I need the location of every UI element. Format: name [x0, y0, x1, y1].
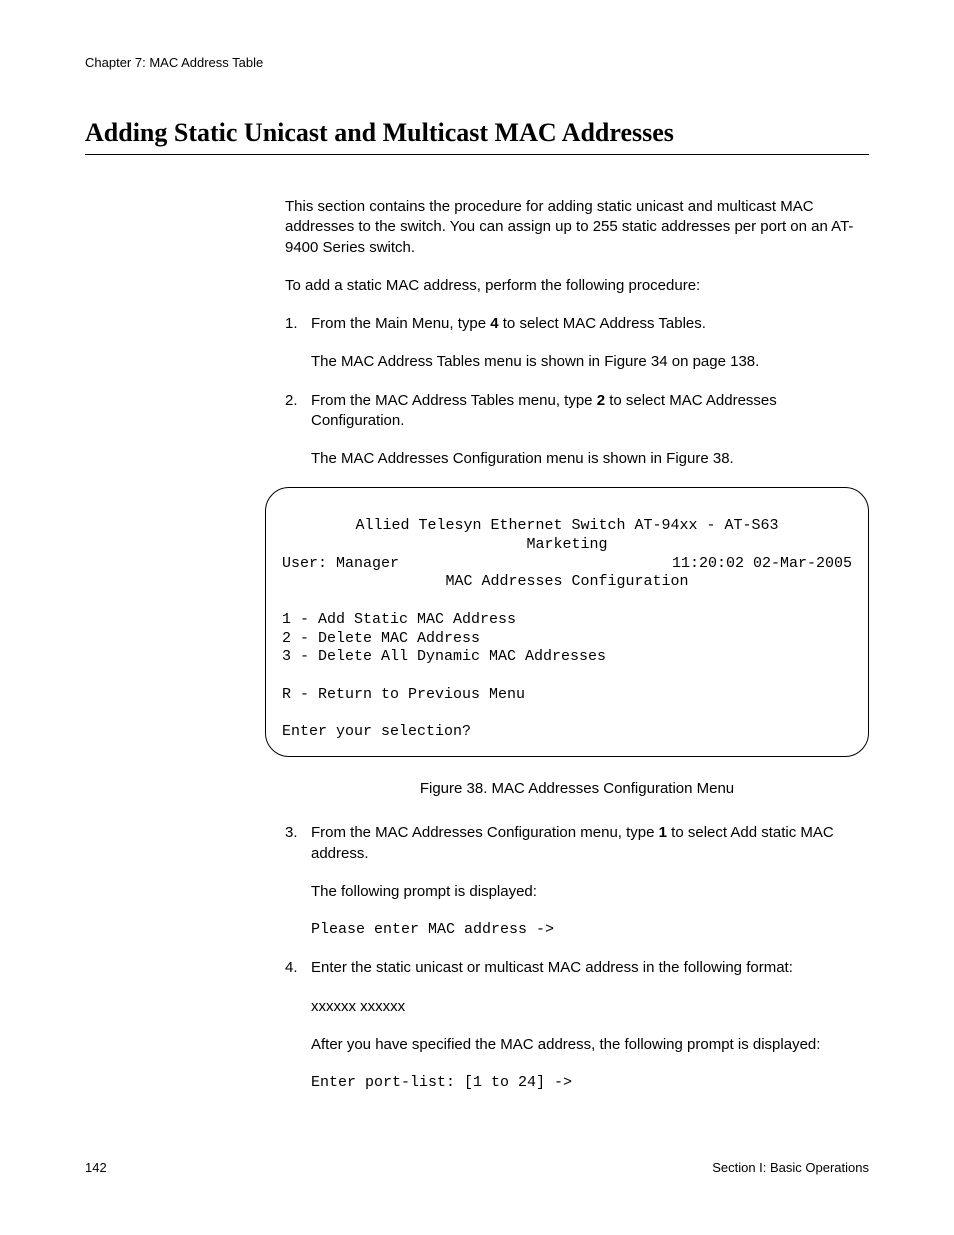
- lead-paragraph: To add a static MAC address, perform the…: [285, 276, 869, 296]
- step-3: 3. From the MAC Addresses Configuration …: [285, 823, 869, 940]
- terminal-subtitle: Marketing: [282, 536, 852, 555]
- step-text-pre: From the MAC Address Tables menu, type: [311, 392, 597, 409]
- step-text-pre: From the MAC Addresses Configuration men…: [311, 824, 659, 841]
- step-subtext: The following prompt is displayed:: [311, 882, 869, 902]
- step-2: 2. From the MAC Address Tables menu, typ…: [285, 391, 869, 470]
- chapter-header: Chapter 7: MAC Address Table: [85, 55, 869, 70]
- terminal-timestamp: 11:20:02 02-Mar-2005: [672, 555, 852, 574]
- step-number: 1.: [285, 314, 298, 334]
- terminal-title: Allied Telesyn Ethernet Switch AT-94xx -…: [282, 517, 852, 536]
- terminal-user: User: Manager: [282, 555, 399, 574]
- step-text: Enter the static unicast or multicast MA…: [311, 959, 793, 976]
- terminal-prompt: Enter your selection?: [282, 723, 852, 742]
- section-title: Adding Static Unicast and Multicast MAC …: [85, 118, 869, 155]
- terminal-option-3: 3 - Delete All Dynamic MAC Addresses: [282, 648, 852, 667]
- page-number: 142: [85, 1160, 107, 1175]
- terminal-menu-title: MAC Addresses Configuration: [282, 573, 852, 592]
- terminal-option-2: 2 - Delete MAC Address: [282, 630, 852, 649]
- step-format: xxxxxx xxxxxx: [311, 997, 869, 1017]
- section-label: Section I: Basic Operations: [712, 1160, 869, 1175]
- step-key: 2: [597, 392, 605, 409]
- step-subtext: The MAC Addresses Configuration menu is …: [311, 449, 869, 469]
- figure-caption: Figure 38. MAC Addresses Configuration M…: [285, 779, 869, 799]
- intro-paragraph: This section contains the procedure for …: [285, 197, 869, 258]
- step-1: 1. From the Main Menu, type 4 to select …: [285, 314, 869, 373]
- step-4: 4. Enter the static unicast or multicast…: [285, 958, 869, 1093]
- step-subtext: The MAC Address Tables menu is shown in …: [311, 352, 869, 372]
- step-number: 4.: [285, 958, 298, 978]
- terminal-option-return: R - Return to Previous Menu: [282, 686, 852, 705]
- step-prompt: Enter port-list: [1 to 24] ->: [311, 1073, 869, 1093]
- terminal-screen: Allied Telesyn Ethernet Switch AT-94xx -…: [265, 487, 869, 757]
- step-key: 1: [659, 824, 667, 841]
- step-key: 4: [490, 315, 498, 332]
- step-number: 2.: [285, 391, 298, 411]
- step-number: 3.: [285, 823, 298, 843]
- step-text-post: to select MAC Address Tables.: [499, 315, 706, 332]
- step-after: After you have specified the MAC address…: [311, 1035, 869, 1055]
- terminal-option-1: 1 - Add Static MAC Address: [282, 611, 852, 630]
- step-prompt: Please enter MAC address ->: [311, 920, 869, 940]
- step-text-pre: From the Main Menu, type: [311, 315, 490, 332]
